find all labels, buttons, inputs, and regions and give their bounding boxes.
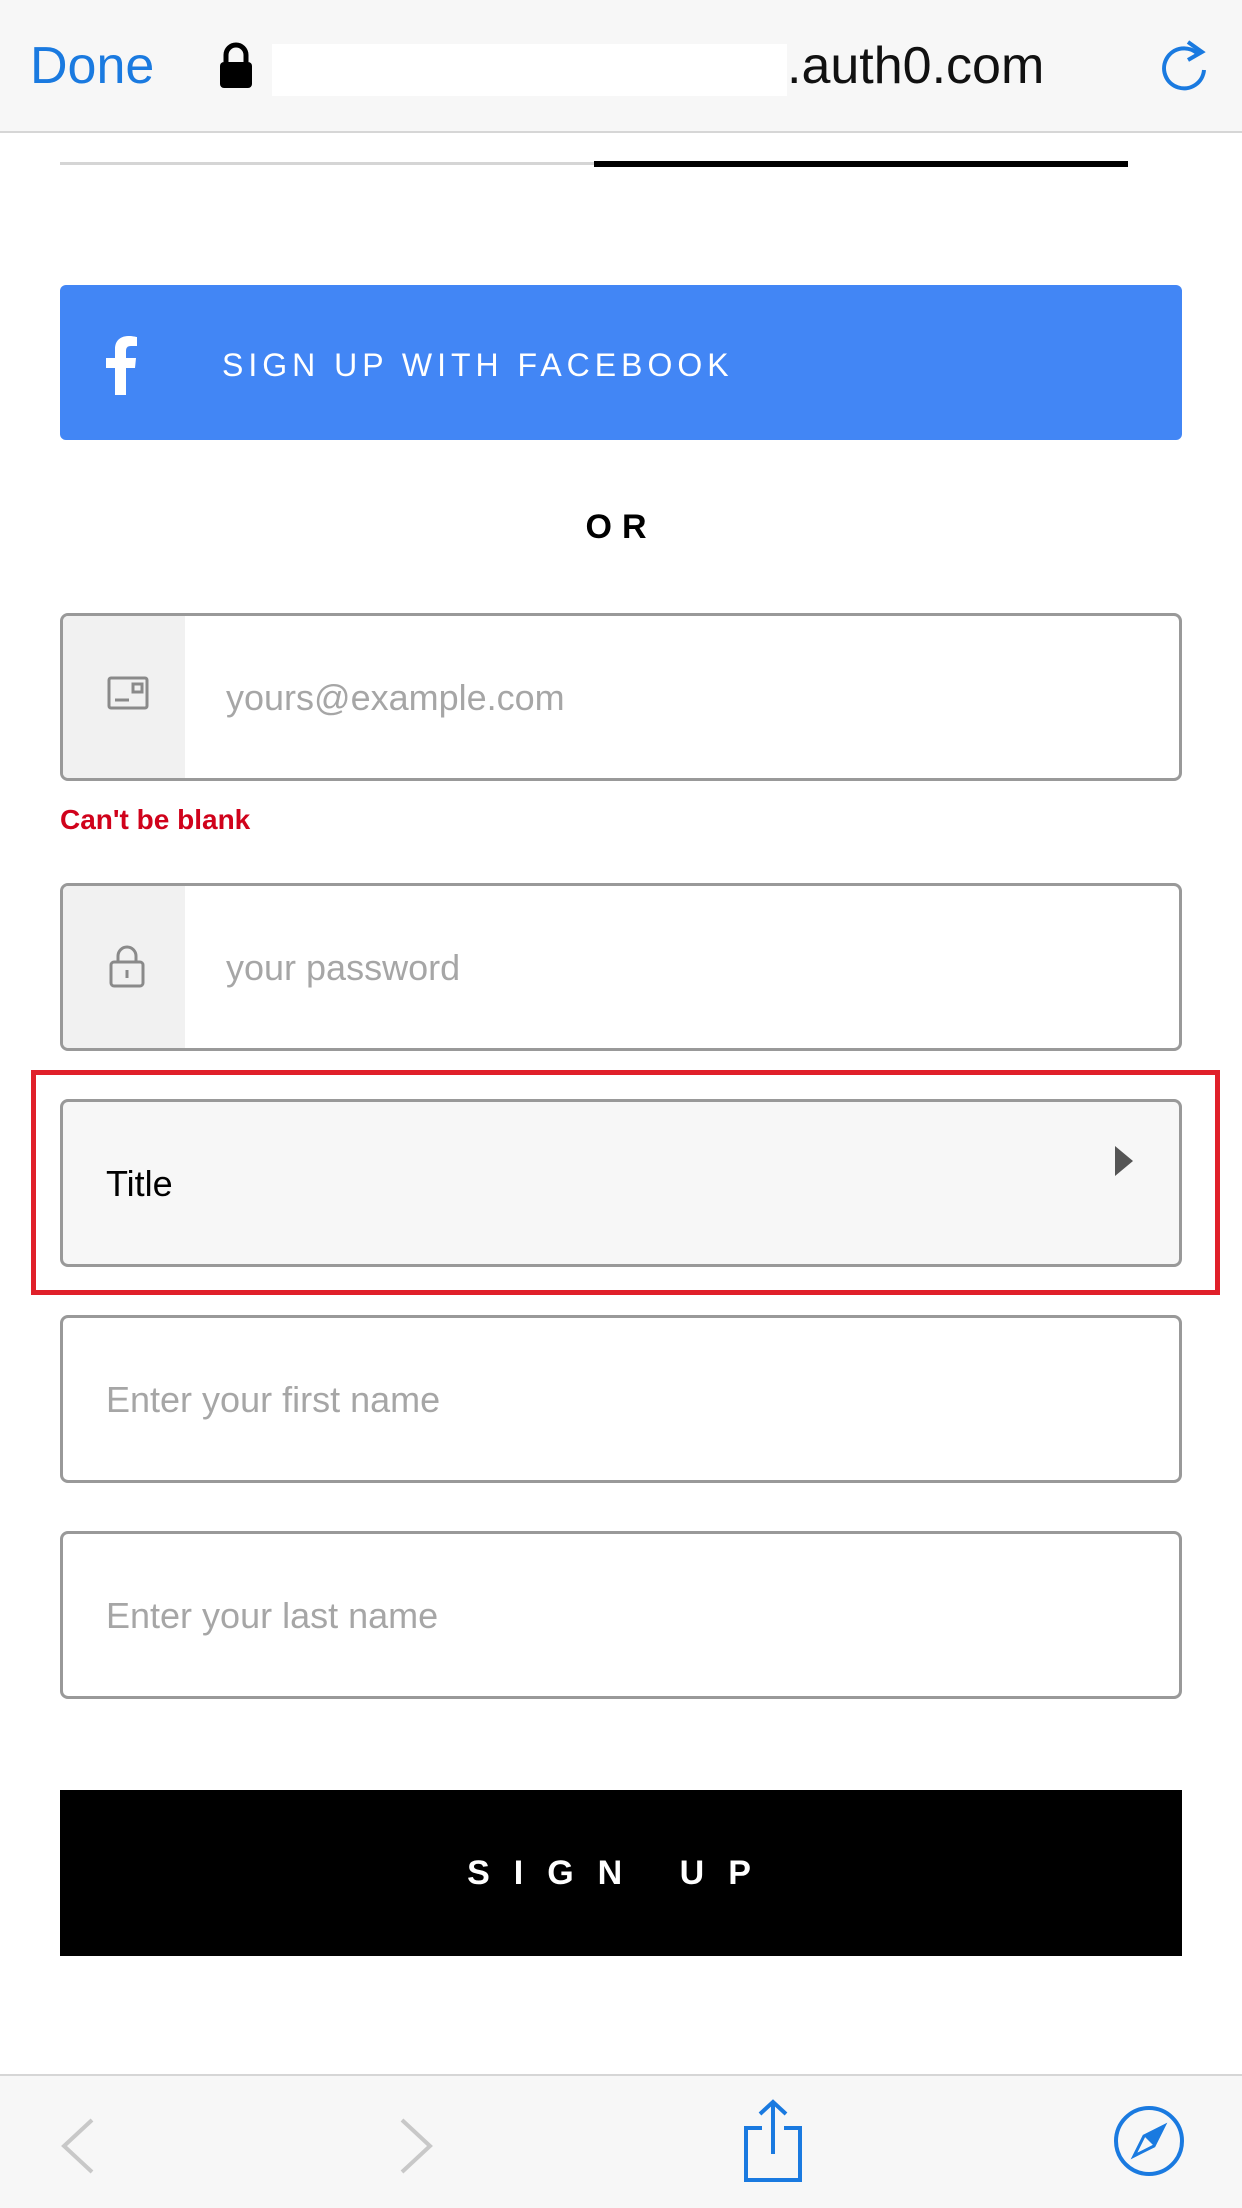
email-field[interactable]: yours@example.com — [60, 613, 1182, 781]
password-placeholder: your password — [226, 947, 461, 988]
sign-up-button[interactable]: SIGN UP — [60, 1790, 1182, 1956]
first-name-input[interactable]: Enter your first name — [60, 1315, 1182, 1483]
password-field[interactable]: your password — [60, 883, 1182, 1051]
email-placeholder: yours@example.com — [226, 677, 565, 718]
tab-signup-underline[interactable] — [594, 161, 1128, 167]
envelope-icon — [107, 676, 149, 710]
password-icon-box — [63, 886, 185, 1048]
safari-compass-icon[interactable] — [1112, 2104, 1186, 2178]
facebook-signup-button[interactable]: SIGN UP WITH FACEBOOK — [60, 285, 1182, 440]
browser-top-bar: Done .auth0.com — [0, 0, 1242, 133]
url-redacted[interactable] — [272, 44, 787, 96]
reload-icon[interactable] — [1158, 36, 1210, 96]
last-name-placeholder: Enter your last name — [106, 1595, 439, 1636]
last-name-input[interactable]: Enter your last name — [60, 1531, 1182, 1699]
forward-icon[interactable] — [396, 2116, 436, 2176]
title-select-label: Title — [106, 1163, 173, 1204]
caret-right-icon — [1115, 1146, 1133, 1176]
email-error: Can't be blank — [60, 804, 251, 835]
title-select[interactable]: Title — [60, 1099, 1182, 1267]
first-name-placeholder: Enter your first name — [106, 1379, 441, 1420]
lock-icon — [220, 42, 252, 88]
or-divider: OR — [585, 508, 657, 546]
browser-bottom-bar — [0, 2074, 1242, 2208]
lock-icon — [109, 945, 145, 988]
url-domain[interactable]: .auth0.com — [787, 34, 1044, 98]
facebook-button-label: SIGN UP WITH FACEBOOK — [222, 347, 734, 383]
back-icon[interactable] — [58, 2116, 98, 2176]
tab-login-underline[interactable] — [60, 162, 594, 165]
facebook-icon — [106, 336, 137, 395]
email-icon-box — [63, 616, 185, 778]
share-icon[interactable] — [742, 2098, 804, 2184]
sign-up-label: SIGN UP — [467, 1854, 775, 1892]
done-button[interactable]: Done — [30, 34, 154, 98]
